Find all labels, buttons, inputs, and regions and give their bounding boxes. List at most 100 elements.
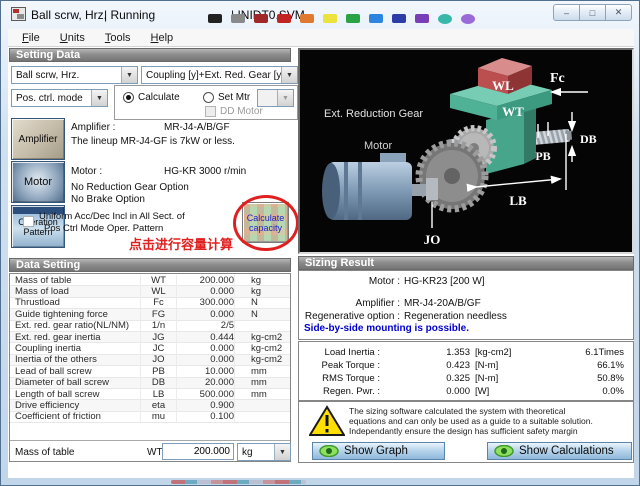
row-symbol: FG bbox=[141, 309, 177, 320]
wt-label: WT bbox=[502, 104, 524, 119]
amplifier-note: The lineup MR-J4-GF is 7kW or less. bbox=[71, 136, 235, 147]
menu-item-file[interactable]: File bbox=[12, 32, 50, 44]
metric-value: 0.000 bbox=[380, 386, 470, 397]
metric-row: Regen. Pwr. :0.000[W]0.0% bbox=[299, 385, 633, 398]
table-row[interactable]: Ext. red. gear ratio(NL/NM)1/n2/5 bbox=[10, 321, 290, 332]
motor-label: Motor : bbox=[71, 166, 102, 177]
table-row[interactable]: Mass of loadWL0.000kg bbox=[10, 286, 290, 297]
unit-dropdown[interactable]: kg bbox=[237, 443, 291, 461]
row-value: 0.900 bbox=[177, 400, 235, 411]
row-value: 300.000 bbox=[177, 297, 235, 308]
desktop-color-swatch bbox=[346, 14, 360, 23]
table-row[interactable]: Guide tightening forceFG0.000N bbox=[10, 309, 290, 320]
row-unit: kg bbox=[235, 275, 290, 286]
table-row[interactable]: Coupling inertiaJC0.000kg-cm2 bbox=[10, 343, 290, 354]
table-row[interactable]: Mass of tableWT200.000kg bbox=[10, 275, 290, 286]
motor-button[interactable]: Motor bbox=[11, 161, 65, 203]
sizing-result-title: Sizing Result bbox=[305, 257, 374, 269]
calculate-radio[interactable] bbox=[123, 92, 134, 103]
row-value: 10.000 bbox=[177, 366, 235, 377]
chevron-down-icon[interactable] bbox=[91, 90, 107, 106]
desktop-color-swatch bbox=[254, 14, 268, 23]
app-icon bbox=[11, 7, 26, 21]
coupling-dropdown[interactable]: Coupling [y]+Ext. Red. Gear [y] bbox=[141, 66, 298, 84]
sizing-result-summary: Motor : HG-KR23 [200 W] Amplifier : MR-J… bbox=[298, 270, 634, 340]
table-row[interactable]: Coefficient of frictionmu0.100 bbox=[10, 412, 290, 423]
sizing-result-header: Sizing Result bbox=[298, 256, 634, 270]
desktop-color-swatch bbox=[415, 14, 429, 23]
menu-item-tools[interactable]: Tools bbox=[95, 32, 141, 44]
dd-motor-checkbox-label: DD Motor bbox=[220, 106, 263, 117]
row-value: 0.000 bbox=[177, 343, 235, 354]
warning-icon bbox=[309, 405, 345, 437]
row-value: 2/5 bbox=[177, 320, 235, 331]
calculate-capacity-button[interactable]: Calculate capacity bbox=[242, 202, 289, 243]
row-value: 500.000 bbox=[177, 389, 235, 400]
uniform-accdec-label-line1: Uniform Acc/Dec Incl in All Sect. of bbox=[39, 211, 185, 222]
table-row[interactable]: Inertia of the othersJO0.000kg-cm2 bbox=[10, 355, 290, 366]
edit-row-label: Mass of table bbox=[15, 447, 74, 458]
row-value: 0.100 bbox=[177, 411, 235, 422]
motor-value: HG-KR 3000 r/min bbox=[164, 166, 246, 177]
row-unit: kg-cm2 bbox=[235, 343, 290, 354]
row-unit: kg-cm2 bbox=[235, 332, 290, 343]
metric-value: 1.353 bbox=[380, 347, 470, 358]
row-unit: N bbox=[235, 309, 290, 320]
edit-row: Mass of table WT: kg bbox=[10, 440, 290, 462]
jo-label: JO bbox=[424, 232, 441, 247]
result-amplifier-label: Amplifier : bbox=[299, 298, 400, 309]
row-label: Ext. red. gear inertia bbox=[10, 332, 141, 343]
row-symbol: WL bbox=[141, 286, 177, 297]
title-bar[interactable]: Ball scrw, Hrz. | Running | INIDT0.SVM –… bbox=[1, 1, 639, 29]
control-mode-dropdown-value: Pos. ctrl. mode bbox=[12, 93, 91, 104]
set-mtr-radio[interactable] bbox=[203, 92, 214, 103]
row-symbol: WT bbox=[141, 275, 177, 286]
desktop-color-swatch bbox=[208, 14, 222, 23]
chevron-down-icon[interactable] bbox=[121, 67, 137, 83]
metric-row: RMS Torque :0.325[N-m]50.8% bbox=[299, 372, 633, 385]
uniform-accdec-checkbox[interactable] bbox=[23, 216, 34, 227]
show-calculations-button[interactable]: Show Calculations bbox=[487, 442, 632, 460]
metric-label: Regen. Pwr. : bbox=[299, 386, 380, 397]
minimize-button[interactable]: – bbox=[553, 4, 580, 21]
annotation-text: 点击进行容量计算 bbox=[129, 234, 233, 253]
metric-ratio: 0.0% bbox=[542, 386, 633, 397]
mass-of-table-input[interactable] bbox=[162, 443, 234, 460]
table-row[interactable]: Length of ball screwLB500.000mm bbox=[10, 389, 290, 400]
metric-unit: [N-m] bbox=[470, 360, 542, 371]
close-button[interactable]: ✕ bbox=[605, 4, 632, 21]
mechanism-diagram: WL WT bbox=[298, 48, 634, 254]
mechanism-diagram-svg: WL WT bbox=[300, 50, 632, 252]
metric-ratio: 6.1Times bbox=[542, 347, 633, 358]
row-label: Mass of load bbox=[10, 286, 141, 297]
table-row[interactable]: Diameter of ball screwDB20.000mm bbox=[10, 378, 290, 389]
amplifier-button[interactable]: Amplifier bbox=[11, 118, 65, 160]
menu-item-help[interactable]: Help bbox=[141, 32, 184, 44]
metric-value: 0.325 bbox=[380, 373, 470, 384]
unit-dropdown-value: kg bbox=[238, 447, 274, 458]
row-value: 200.000 bbox=[177, 275, 235, 286]
setting-data-title: Setting Data bbox=[16, 49, 80, 61]
wl-label: WL bbox=[492, 78, 514, 93]
table-row[interactable]: Ext. red. gear inertiaJG0.444kg-cm2 bbox=[10, 332, 290, 343]
show-graph-button[interactable]: Show Graph bbox=[312, 442, 445, 460]
control-mode-dropdown[interactable]: Pos. ctrl. mode bbox=[11, 89, 108, 107]
result-motor-value: HG-KR23 [200 W] bbox=[400, 276, 485, 287]
desktop-color-swatch bbox=[300, 14, 314, 23]
menu-item-units[interactable]: Units bbox=[50, 32, 95, 44]
chevron-down-icon[interactable] bbox=[281, 67, 297, 83]
result-amplifier-value: MR-J4-20A/B/GF bbox=[400, 298, 481, 309]
row-label: Thrustload bbox=[10, 297, 141, 308]
restore-button[interactable]: □ bbox=[579, 4, 606, 21]
desktop-color-swatch bbox=[369, 14, 383, 23]
mechanism-dropdown[interactable]: Ball scrw, Hrz. bbox=[11, 66, 138, 84]
eye-icon bbox=[494, 445, 514, 457]
row-label: Inertia of the others bbox=[10, 354, 141, 365]
metric-label: Peak Torque : bbox=[299, 360, 380, 371]
table-row[interactable]: Lead of ball screwPB10.000mm bbox=[10, 366, 290, 377]
table-row[interactable]: ThrustloadFc300.000N bbox=[10, 298, 290, 309]
no-brake-note: No Brake Option bbox=[71, 194, 145, 205]
chevron-down-icon[interactable] bbox=[274, 444, 290, 460]
data-setting-title: Data Setting bbox=[16, 259, 80, 271]
table-row[interactable]: Drive efficiencyeta0.900 bbox=[10, 400, 290, 411]
